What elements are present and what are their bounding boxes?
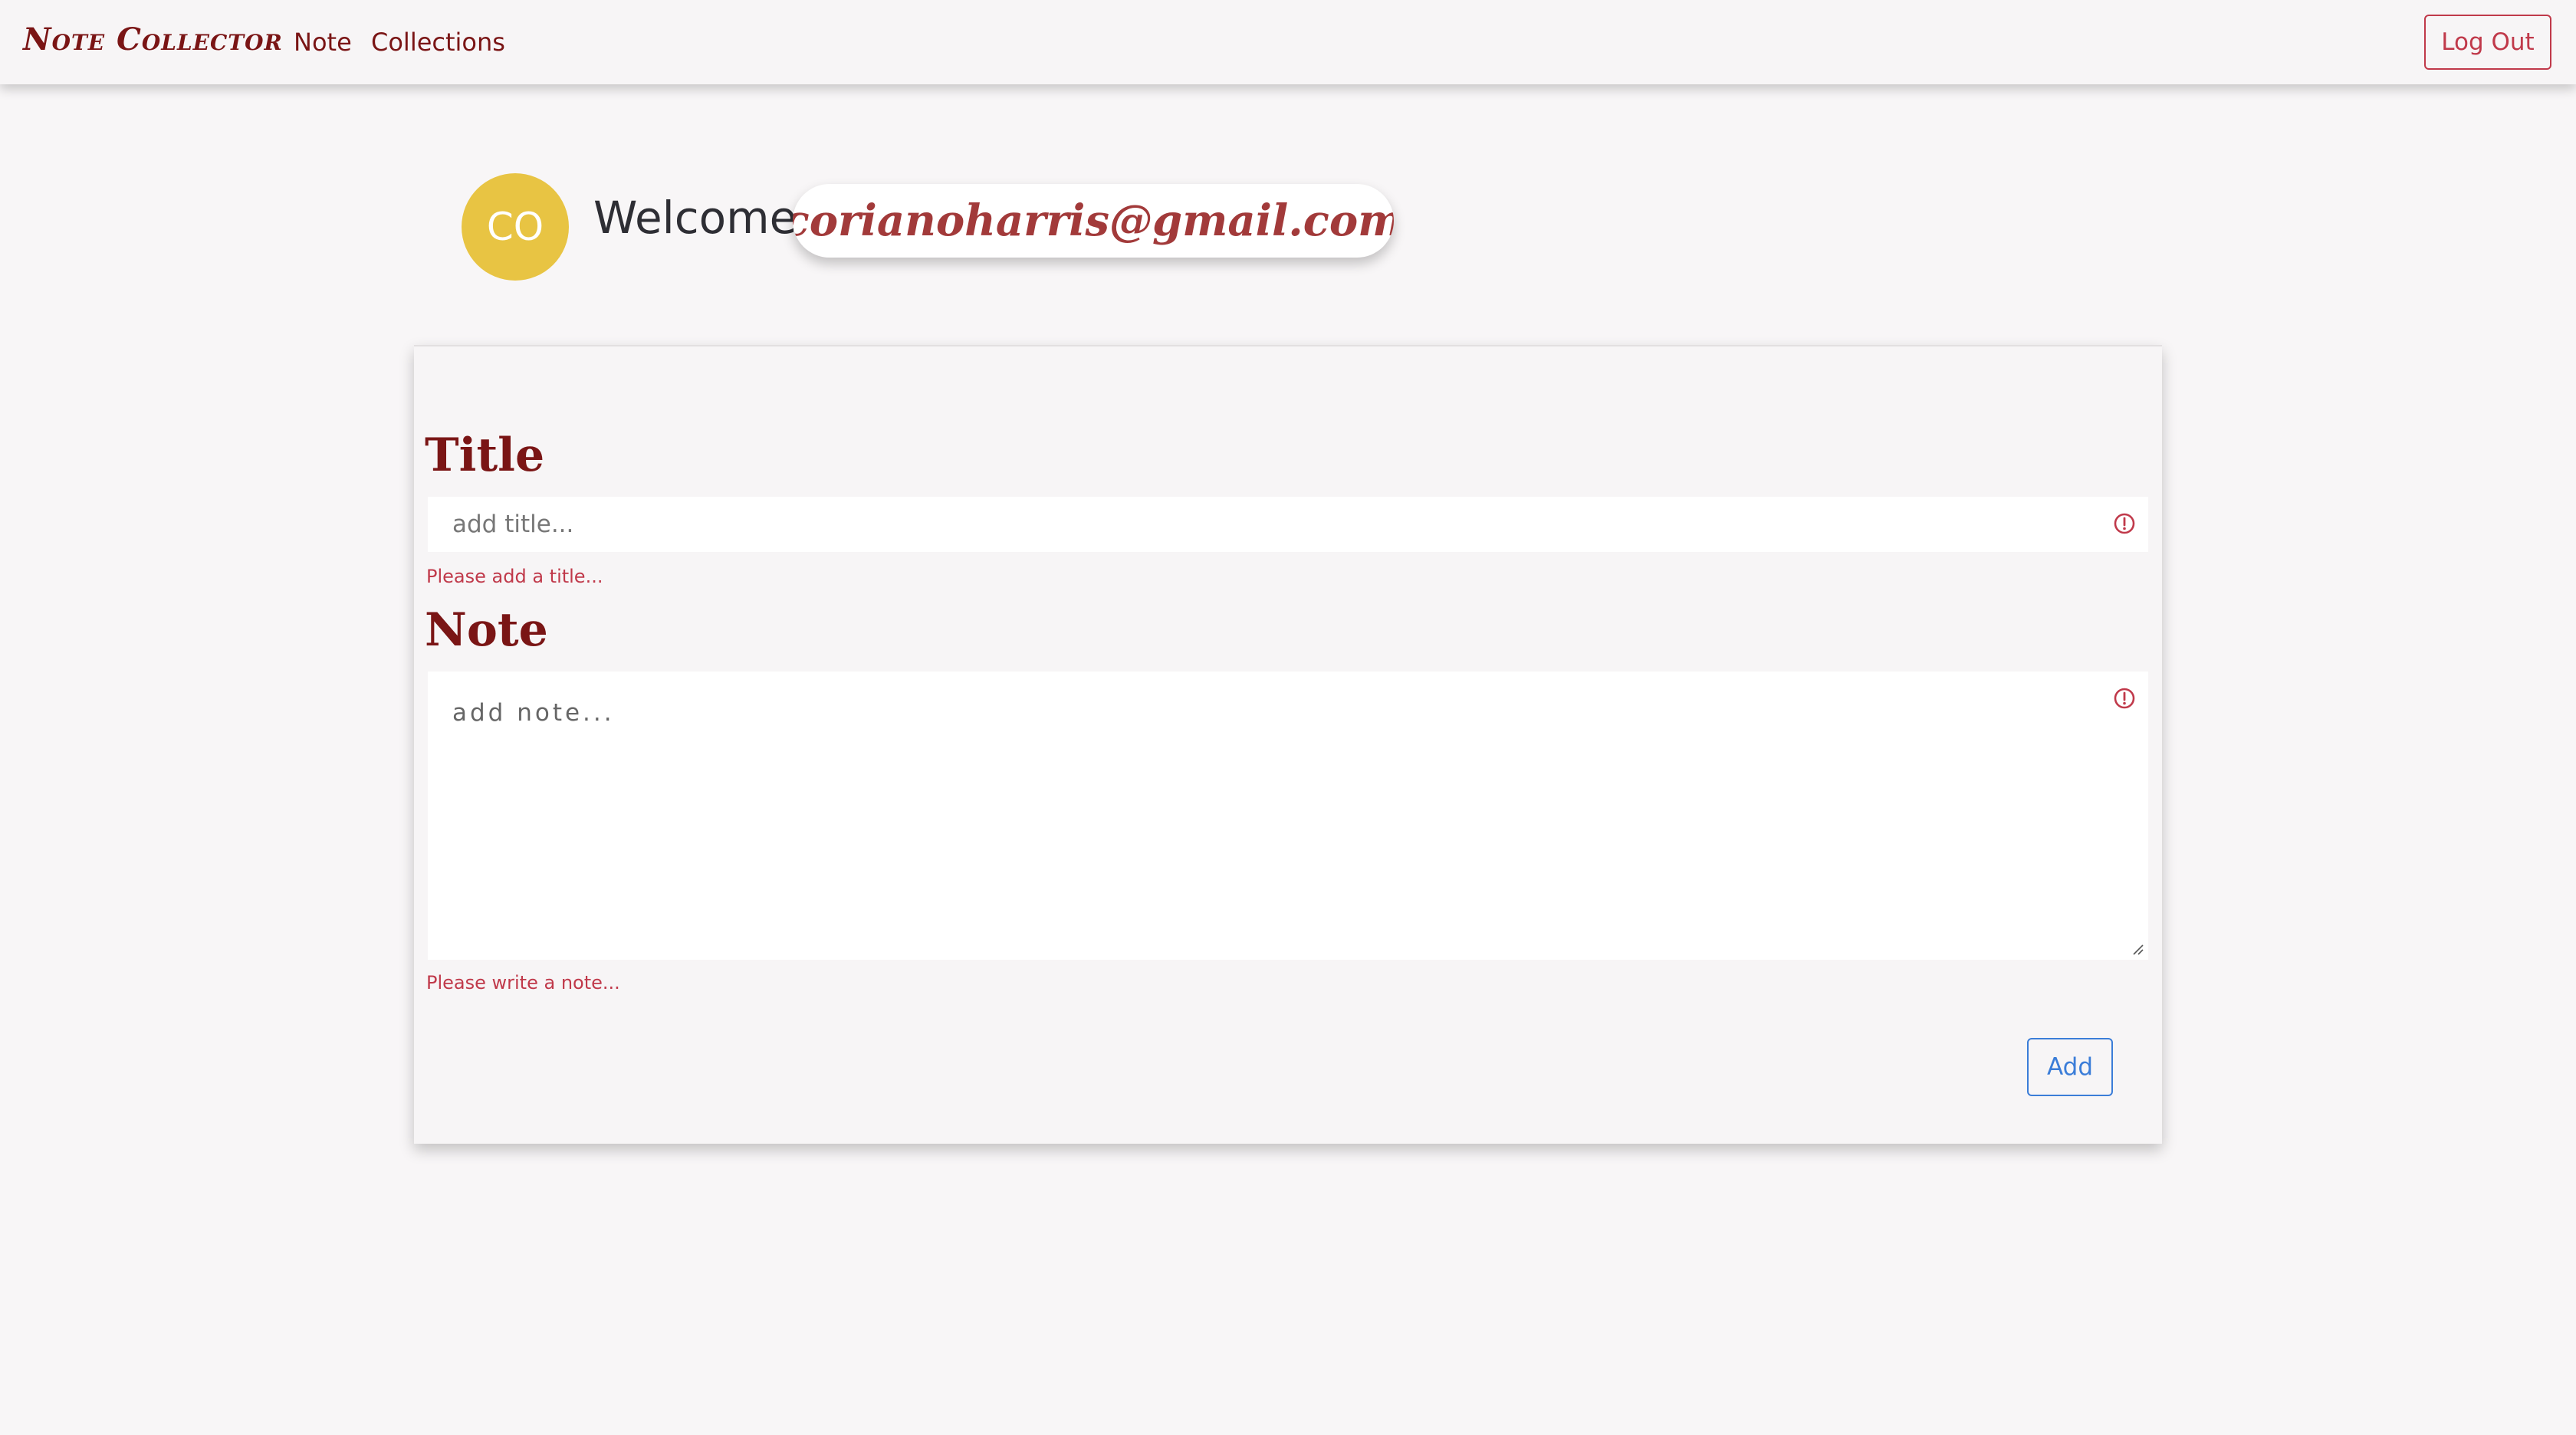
avatar: CO xyxy=(462,173,569,281)
nav-link-note[interactable]: Note xyxy=(294,28,352,57)
logout-button[interactable]: Log Out xyxy=(2424,15,2551,70)
title-field xyxy=(428,497,2148,552)
welcome-greeting: Welcome, xyxy=(593,192,811,244)
user-email-badge: corianoharris@gmail.com xyxy=(793,184,1394,258)
note-heading: Note xyxy=(425,603,548,657)
navbar: Note Collector Note Collections Log Out xyxy=(0,0,2576,84)
title-error-message: Please add a title... xyxy=(426,566,603,587)
brand-logo[interactable]: Note Collector xyxy=(23,21,283,57)
title-input[interactable] xyxy=(428,497,2148,552)
note-form-card: Title Please add a title... Note Please … xyxy=(414,345,2162,1144)
title-heading: Title xyxy=(425,429,545,482)
resize-handle-icon[interactable] xyxy=(2131,943,2144,955)
exclamation-circle-icon xyxy=(2114,513,2135,534)
user-email: corianoharris@gmail.com xyxy=(793,195,1394,246)
add-note-button[interactable]: Add xyxy=(2027,1038,2113,1096)
note-field xyxy=(428,672,2148,960)
note-textarea[interactable] xyxy=(428,672,2148,960)
note-error-message: Please write a note... xyxy=(426,972,620,993)
exclamation-circle-icon xyxy=(2114,688,2135,709)
nav-link-collections[interactable]: Collections xyxy=(371,28,505,57)
